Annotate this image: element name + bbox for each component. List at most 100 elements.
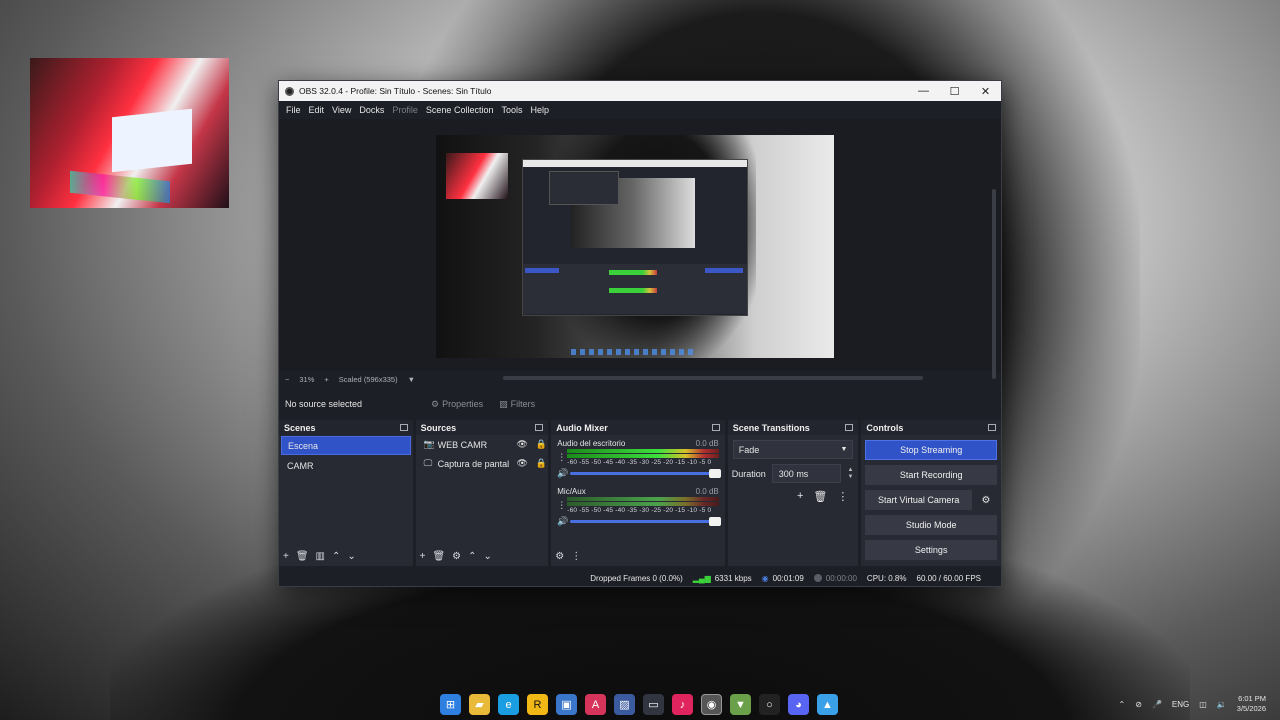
minimize-icon[interactable]: — (908, 85, 939, 98)
scale-dropdown-icon[interactable]: ▼ (408, 375, 415, 384)
menu-view[interactable]: View (328, 105, 355, 115)
add-scene-icon[interactable]: + (283, 551, 289, 562)
menu-scene-collection[interactable]: Scene Collection (422, 105, 498, 115)
speaker-icon[interactable]: 🔊 (557, 516, 568, 527)
microphone-icon[interactable]: 🎤 (1152, 700, 1162, 709)
source-item-screen-capture[interactable]: 🖵 Captura de pantal 👁 🔒 (416, 454, 549, 473)
nvidia-icon[interactable]: ▼ (730, 694, 751, 715)
scene-transitions-dock: Scene Transitions Fade ▼ Duration 300 ms… (727, 420, 859, 566)
window-controls: — ☐ ✕ (908, 85, 1001, 98)
preview-canvas[interactable] (436, 135, 834, 358)
preview-screen-capture[interactable] (522, 159, 748, 316)
properties-button[interactable]: ⚙ Properties (425, 395, 489, 413)
undock-icon[interactable] (399, 424, 408, 431)
scene-item-camr[interactable]: CAMR (281, 456, 411, 475)
meter-ticks: -60 -55 -50 -45 -40 -35 -30 -25 -20 -15 … (567, 459, 712, 466)
lock-icon[interactable]: 🔒 (534, 439, 548, 450)
wifi-icon[interactable]: ◫ (1199, 700, 1207, 709)
file-explorer-icon[interactable]: ▰ (469, 694, 490, 715)
scene-item-escena[interactable]: Escena (281, 436, 411, 455)
add-transition-icon[interactable]: + (797, 490, 803, 503)
menu-docks[interactable]: Docks (355, 105, 388, 115)
monitor-icon: 🖵 (423, 458, 433, 468)
discord-icon[interactable]: ◕ (788, 694, 809, 715)
preview-vertical-scrollbar[interactable] (992, 189, 996, 379)
move-up-icon[interactable]: ⌃ (332, 551, 340, 562)
affinity-icon[interactable]: A (585, 694, 606, 715)
remove-scene-icon[interactable]: 🗑 (296, 551, 309, 562)
nested-meter-2 (609, 288, 657, 293)
undock-icon[interactable] (988, 424, 996, 431)
visibility-eye-icon[interactable]: 👁 (515, 458, 529, 469)
transition-select[interactable]: Fade ▼ (732, 440, 854, 459)
remove-transition-icon[interactable]: 🗑 (813, 490, 827, 503)
meter-row: ⋮ -60 -55 -50 -45 -40 -35 -30 -25 -20 -1… (557, 497, 719, 514)
preview-webcam-source[interactable] (446, 153, 508, 199)
remove-source-icon[interactable]: 🗑 (432, 551, 445, 562)
volume-slider[interactable] (570, 469, 721, 478)
source-label: Captura de pantal (437, 458, 510, 469)
terminal-icon[interactable]: ▭ (643, 694, 664, 715)
sources-toolbar: + 🗑 ⚙ ⌃ ⌄ (420, 551, 492, 562)
move-up-icon[interactable]: ⌃ (468, 551, 476, 562)
nested-preview-inner (549, 171, 619, 205)
photos-icon[interactable]: ▨ (614, 694, 635, 715)
image-viewer-icon[interactable]: ▲ (817, 694, 838, 715)
obs-taskbar-icon[interactable]: ◉ (701, 694, 722, 715)
store-icon[interactable]: ▣ (556, 694, 577, 715)
filters-scene-icon[interactable]: ▥ (316, 551, 325, 562)
menu-file[interactable]: File (282, 105, 305, 115)
mixer-title: Audio Mixer (556, 422, 608, 433)
system-clock[interactable]: 6:01 PM 3/5/2026 (1237, 694, 1266, 714)
menu-profile[interactable]: Profile (388, 105, 422, 115)
network-off-icon[interactable]: ⊘ (1135, 700, 1142, 709)
zoom-out-button[interactable]: − (285, 375, 289, 384)
virtual-camera-gear-icon[interactable]: ⚙ (975, 490, 997, 510)
tray-chevron-up-icon[interactable]: ⌃ (1119, 700, 1126, 709)
start-recording-button[interactable]: Start Recording (865, 465, 997, 485)
windows-start-icon[interactable]: ⊞ (440, 694, 461, 715)
undock-icon[interactable] (711, 424, 720, 431)
preview-horizontal-scrollbar[interactable] (503, 376, 923, 380)
source-properties-gear-icon[interactable]: ⚙ (452, 551, 461, 562)
move-down-icon[interactable]: ⌄ (484, 551, 492, 562)
source-item-webcam[interactable]: 📷 WEB CAMR 👁 🔒 (416, 435, 549, 454)
language-indicator[interactable]: ENG (1172, 700, 1189, 709)
advanced-audio-icon[interactable]: ⚙ (555, 551, 564, 562)
volume-icon[interactable]: 🔉 (1217, 700, 1227, 709)
duration-stepper[interactable]: ▲ ▼ (847, 467, 853, 481)
settings-button[interactable]: Settings (865, 540, 997, 560)
lock-icon[interactable]: 🔒 (534, 458, 548, 469)
studio-mode-button[interactable]: Studio Mode (865, 515, 997, 535)
maximize-icon[interactable]: ☐ (939, 85, 970, 98)
undock-icon[interactable] (535, 424, 544, 431)
rockstar-icon[interactable]: R (527, 694, 548, 715)
duration-input[interactable]: 300 ms (771, 464, 842, 483)
speaker-icon[interactable]: 🔊 (557, 468, 568, 479)
volume-slider-knob[interactable] (708, 469, 721, 478)
stream-time: 00:01:09 (772, 573, 804, 583)
volume-slider-knob[interactable] (708, 517, 721, 526)
stop-streaming-button[interactable]: Stop Streaming (865, 440, 997, 460)
filters-button[interactable]: ▧ Filters (493, 395, 541, 413)
mixer-menu-icon[interactable]: ⋮ (571, 551, 581, 562)
transition-menu-icon[interactable]: ⋮ (837, 490, 848, 503)
scenes-title: Scenes (284, 422, 316, 433)
channel-menu-icon[interactable]: ⋮ (557, 500, 566, 511)
add-source-icon[interactable]: + (420, 551, 426, 562)
fps-readout: 60.00 / 60.00 FPS (916, 573, 982, 583)
menu-help[interactable]: Help (526, 105, 553, 115)
move-down-icon[interactable]: ⌄ (347, 551, 355, 562)
menu-tools[interactable]: Tools (497, 105, 526, 115)
tiktok-icon[interactable]: ♪ (672, 694, 693, 715)
menu-edit[interactable]: Edit (305, 105, 329, 115)
visibility-eye-icon[interactable]: 👁 (515, 439, 529, 450)
edge-browser-icon[interactable]: e (498, 694, 519, 715)
close-icon[interactable]: ✕ (970, 85, 1001, 98)
undock-icon[interactable] (845, 424, 854, 431)
zoom-in-button[interactable]: + (324, 375, 328, 384)
app-circle-icon[interactable]: ○ (759, 694, 780, 715)
channel-menu-icon[interactable]: ⋮ (557, 452, 566, 463)
volume-slider[interactable] (570, 517, 721, 526)
start-virtual-camera-button[interactable]: Start Virtual Camera (865, 490, 972, 510)
